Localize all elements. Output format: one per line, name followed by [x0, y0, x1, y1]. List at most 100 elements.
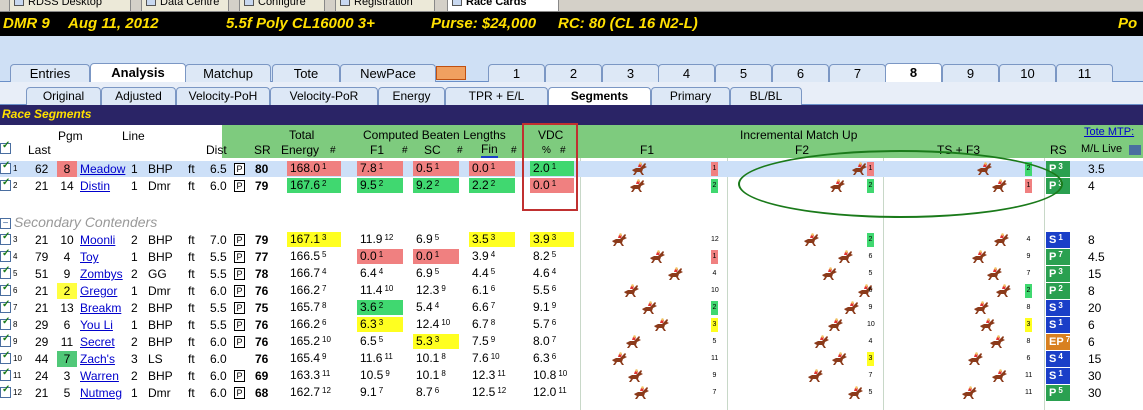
row-checkbox[interactable]: [0, 265, 11, 279]
table-row[interactable]: 72113Breakm2BHPft5.5P75165.783.625.446.6…: [0, 299, 1143, 316]
row-checkbox[interactable]: [0, 384, 11, 398]
horse-name-link[interactable]: Zombys: [80, 266, 123, 282]
sub-tab-tpr-e-l[interactable]: TPR + E/L: [445, 87, 548, 105]
horse-name-link[interactable]: Zach's: [80, 351, 115, 367]
col-fin[interactable]: Fin: [481, 143, 498, 158]
horse-name-link[interactable]: Warren: [80, 368, 119, 384]
cbl-fin: 7.5 9: [469, 334, 515, 349]
horse-name-link[interactable]: Distin: [80, 178, 110, 194]
col-pgm[interactable]: Pgm: [58, 129, 83, 143]
race-tab-9[interactable]: 9: [942, 64, 999, 82]
table-row[interactable]: 1628Meadow1BHPft6.5P80168.017.810.510.01…: [0, 160, 1143, 177]
morning-line: 6: [1088, 335, 1095, 349]
sub-tab-energy[interactable]: Energy: [378, 87, 445, 105]
tote-mtp-link[interactable]: Tote MTP:: [1084, 126, 1134, 138]
collapse-minus-icon[interactable]: −: [0, 217, 11, 229]
race-tab-3[interactable]: 3: [602, 64, 659, 82]
col-dist[interactable]: Dist: [206, 143, 227, 157]
sub-tab-velocity-poh[interactable]: Velocity-PoH: [176, 87, 270, 105]
col-last[interactable]: Last: [28, 143, 51, 157]
select-all-checkbox[interactable]: [0, 140, 11, 154]
f1-marker: 3: [711, 318, 718, 332]
horse-name-link[interactable]: Nutmeg: [80, 385, 122, 401]
row-checkbox[interactable]: [0, 160, 11, 174]
horse-name-link[interactable]: You Li: [80, 317, 113, 333]
horse-name-link[interactable]: Breakm: [80, 300, 121, 316]
app-tab-4[interactable]: Race Cards: [447, 0, 559, 11]
main-tab-entries[interactable]: Entries: [10, 64, 90, 82]
row-checkbox[interactable]: [0, 333, 11, 347]
row-checkbox[interactable]: [0, 350, 11, 364]
race-tab-6[interactable]: 6: [772, 64, 829, 82]
col-f1[interactable]: F1: [370, 143, 384, 157]
main-tab-tote[interactable]: Tote: [272, 64, 340, 82]
sub-tab-adjusted[interactable]: Adjusted: [101, 87, 176, 105]
main-tab-newpace[interactable]: NewPace: [340, 64, 436, 82]
sub-tab-original[interactable]: Original: [26, 87, 101, 105]
main-tab-analysis[interactable]: Analysis: [90, 63, 186, 82]
race-tab-10[interactable]: 10: [999, 64, 1056, 82]
race-tab-4[interactable]: 4: [658, 64, 715, 82]
total-energy-rank: 10: [322, 335, 331, 344]
col-sc[interactable]: SC: [424, 143, 441, 157]
morning-line: 4.5: [1088, 250, 1105, 264]
col-rs[interactable]: RS: [1050, 143, 1067, 157]
col-sr[interactable]: SR: [254, 143, 271, 157]
horse-name-link[interactable]: Secret: [80, 334, 115, 350]
race-tab-7[interactable]: 7: [829, 64, 886, 82]
row-checkbox[interactable]: [0, 231, 11, 245]
table-row[interactable]: 32110Moonli2BHPft7.0P79167.1311.9126.953…: [0, 231, 1143, 248]
f3-marker: 2: [1025, 162, 1032, 176]
horse-name-link[interactable]: Gregor: [80, 283, 117, 299]
row-checkbox[interactable]: [0, 299, 11, 313]
race-tab-2[interactable]: 2: [545, 64, 602, 82]
table-row[interactable]: 10447Zach's3LSft6.076165.4911.61110.187.…: [0, 350, 1143, 367]
cbl-sc-rank: 8: [441, 352, 446, 361]
race-tab-1[interactable]: 1: [488, 64, 545, 82]
horse-name-link[interactable]: Meadow: [80, 161, 125, 177]
cbl-f1: 6.5 5: [357, 334, 403, 349]
newpace-flag-icon[interactable]: [436, 66, 466, 80]
race-tab-8[interactable]: 8: [885, 63, 942, 82]
table-row[interactable]: 8296You Li1BHPft5.5P76166.266.3312.4106.…: [0, 316, 1143, 333]
table-row[interactable]: 11243Warren2BHPft6.0P69163.31110.5910.18…: [0, 367, 1143, 384]
sub-tab-primary[interactable]: Primary: [651, 87, 730, 105]
col-energy[interactable]: Energy: [281, 143, 319, 157]
main-tab-matchup[interactable]: Matchup: [185, 64, 271, 82]
program-number: 4: [63, 250, 71, 264]
row-checkbox[interactable]: [0, 177, 11, 191]
secondary-contenders-label[interactable]: − Secondary Contenders: [0, 214, 157, 232]
cbl-f1: 7.8 1: [357, 161, 403, 176]
horse-name-link[interactable]: Moonli: [80, 232, 115, 248]
col-vdc[interactable]: VDC: [538, 128, 563, 142]
morning-line: 15: [1088, 352, 1102, 366]
sub-tab-bl-bl[interactable]: BL/BL: [730, 87, 802, 105]
horse-name-link[interactable]: Toy: [80, 249, 99, 265]
sub-tab-velocity-por[interactable]: Velocity-PoR: [270, 87, 378, 105]
table-row[interactable]: 12215Nutmeg1Dmrft6.0P68162.7129.178.7612…: [0, 384, 1143, 401]
col-total[interactable]: Total: [289, 128, 314, 142]
table-row[interactable]: 22114Distin1Dmrft6.0P79167.629.529.222.2…: [0, 177, 1143, 194]
last-days: 62: [35, 162, 49, 176]
sub-tab-segments[interactable]: Segments: [548, 87, 651, 105]
table-row[interactable]: 5519Zombys2GGft5.5P78166.746.446.954.454…: [0, 265, 1143, 282]
table-row[interactable]: 92911Secret2BHPft6.0P76165.2106.555.337.…: [0, 333, 1143, 350]
column-menu-icon[interactable]: [1129, 145, 1141, 155]
app-tab-2[interactable]: Configure: [239, 0, 325, 11]
cbl-fin: 6.7 8: [469, 317, 515, 332]
vdc-value: 5.5 6: [530, 283, 574, 298]
app-tab-3[interactable]: Registration: [335, 0, 435, 11]
table-row[interactable]: 4794Toy1BHPft5.5P77166.550.010.013.948.2…: [0, 248, 1143, 265]
row-checkbox[interactable]: [0, 316, 11, 330]
row-checkbox[interactable]: [0, 282, 11, 296]
race-tab-5[interactable]: 5: [715, 64, 772, 82]
table-row[interactable]: 6212Gregor1Dmrft6.0P76166.2711.41012.396…: [0, 282, 1143, 299]
col-line[interactable]: Line: [122, 129, 145, 143]
row-checkbox[interactable]: [0, 367, 11, 381]
race-tab-11[interactable]: 11: [1056, 64, 1113, 82]
row-checkbox[interactable]: [0, 248, 11, 262]
app-tab-1[interactable]: Data Centre: [141, 0, 229, 11]
col-ml-live[interactable]: M/L Live: [1081, 143, 1122, 155]
app-tab-0[interactable]: RDSS Desktop: [9, 0, 131, 11]
line-number: 2: [131, 335, 138, 349]
